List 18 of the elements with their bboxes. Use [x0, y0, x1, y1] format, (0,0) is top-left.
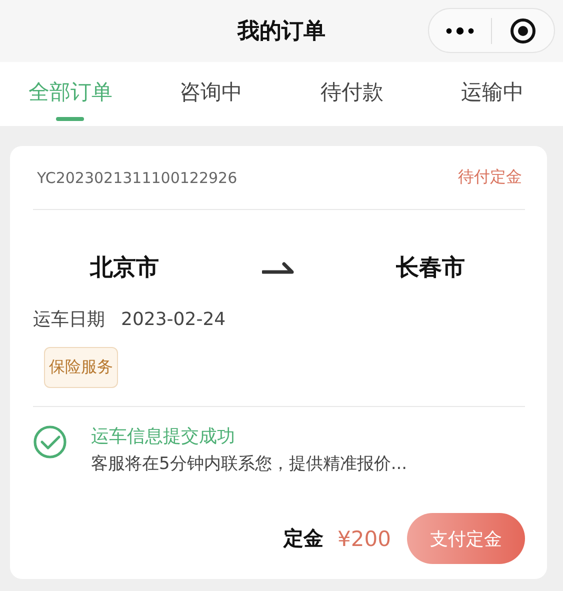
order-status: 待付定金 — [458, 167, 522, 188]
target-icon — [510, 18, 536, 44]
tab[interactable]: 运输中 — [422, 62, 563, 126]
page-title: 我的订单 — [238, 18, 326, 46]
origin-city: 北京市 — [90, 254, 159, 283]
order-number: YC2023021311100122926 — [37, 168, 238, 186]
date-value: 2023-02-24 — [121, 308, 226, 330]
notice-text: 客服将在5分钟内联系您，提供精准报价... — [91, 453, 408, 476]
deposit-label: 定金 — [284, 525, 324, 552]
service-tag: 保险服务 — [44, 347, 118, 388]
tab[interactable]: 咨询中 — [140, 62, 282, 126]
date-label: 运车日期 — [33, 308, 105, 331]
destination-city: 长春市 — [396, 254, 465, 283]
notice-title: 运车信息提交成功 — [91, 425, 236, 449]
tab[interactable]: 待付款 — [282, 62, 422, 126]
deposit-amount: ¥200 — [338, 526, 391, 550]
check-circle-icon — [33, 425, 67, 459]
more-icon — [446, 26, 474, 34]
